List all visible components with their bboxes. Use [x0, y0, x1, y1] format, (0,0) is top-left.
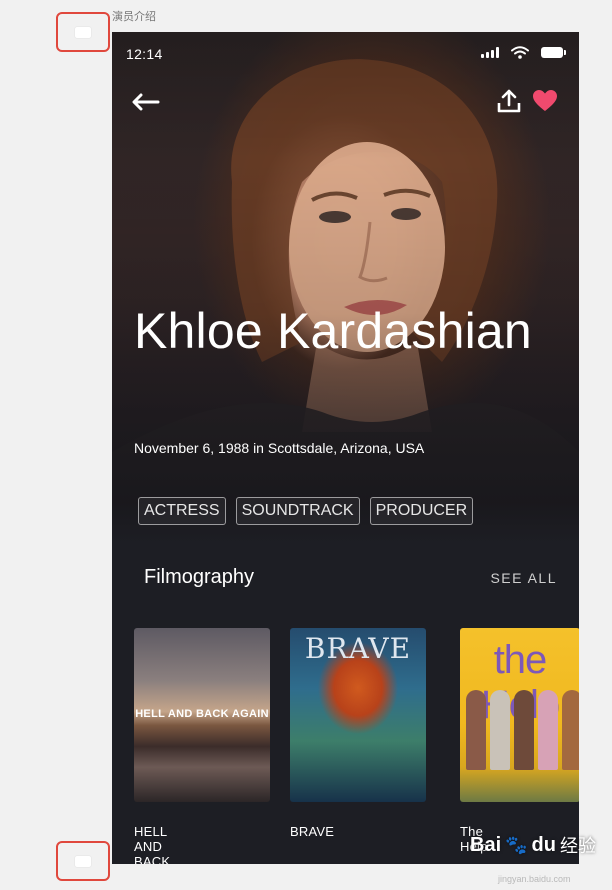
- signal-icon: [481, 47, 499, 58]
- tag-actress[interactable]: ACTRESS: [138, 497, 226, 525]
- watermark-sub: 经验: [559, 836, 596, 857]
- artboard-label: 演员介绍: [112, 10, 156, 23]
- back-button[interactable]: [132, 90, 162, 114]
- baidu-watermark: Bai 🐾 du 经验: [470, 832, 596, 858]
- watermark-url: jingyan.baidu.com: [498, 874, 571, 884]
- placeholder-chip-icon: [75, 855, 91, 867]
- poster-title: BRAVE: [304, 632, 412, 665]
- film-title-brave[interactable]: BRAVE: [290, 824, 334, 839]
- phone-screen: 12:14 Khloe Kardashian November 6, 1988 …: [112, 32, 579, 864]
- see-all-link[interactable]: SEE ALL: [490, 570, 557, 586]
- tag-soundtrack[interactable]: SOUNDTRACK: [235, 497, 360, 525]
- poster-hell-and-back[interactable]: HELL AND BACK AGAIN: [134, 628, 270, 802]
- actor-birth-info: November 6, 1988 in Scottsdale, Arizona,…: [134, 440, 425, 456]
- share-icon[interactable]: [496, 88, 522, 114]
- back-arrow-icon: [132, 93, 160, 111]
- poster-the-help[interactable]: the Help: [460, 628, 579, 802]
- role-tags: ACTRESS SOUNDTRACK PRODUCER: [138, 497, 474, 525]
- watermark-brand-2: du: [531, 833, 556, 856]
- battery-icon: [541, 47, 566, 58]
- poster-brave[interactable]: BRAVE: [290, 628, 426, 802]
- poster-title: HELL AND BACK AGAIN: [135, 708, 269, 720]
- tag-producer[interactable]: PRODUCER: [369, 497, 474, 525]
- status-icons: [481, 46, 566, 59]
- watermark-brand: Bai: [470, 833, 502, 856]
- status-time: 12:14: [126, 46, 163, 62]
- annotation-box-top: [56, 12, 110, 52]
- actor-name: Khloe Kardashian: [134, 303, 532, 359]
- poster-figures: [466, 690, 579, 770]
- annotation-box-bottom: [56, 841, 110, 881]
- placeholder-chip-icon: [75, 26, 91, 38]
- filmography-title: Filmography: [144, 566, 255, 588]
- wifi-icon: [511, 46, 529, 59]
- heart-icon[interactable]: [532, 89, 558, 113]
- film-title-hell-and-back[interactable]: HELL AND BACK: [134, 824, 170, 864]
- paw-icon: 🐾: [505, 834, 528, 855]
